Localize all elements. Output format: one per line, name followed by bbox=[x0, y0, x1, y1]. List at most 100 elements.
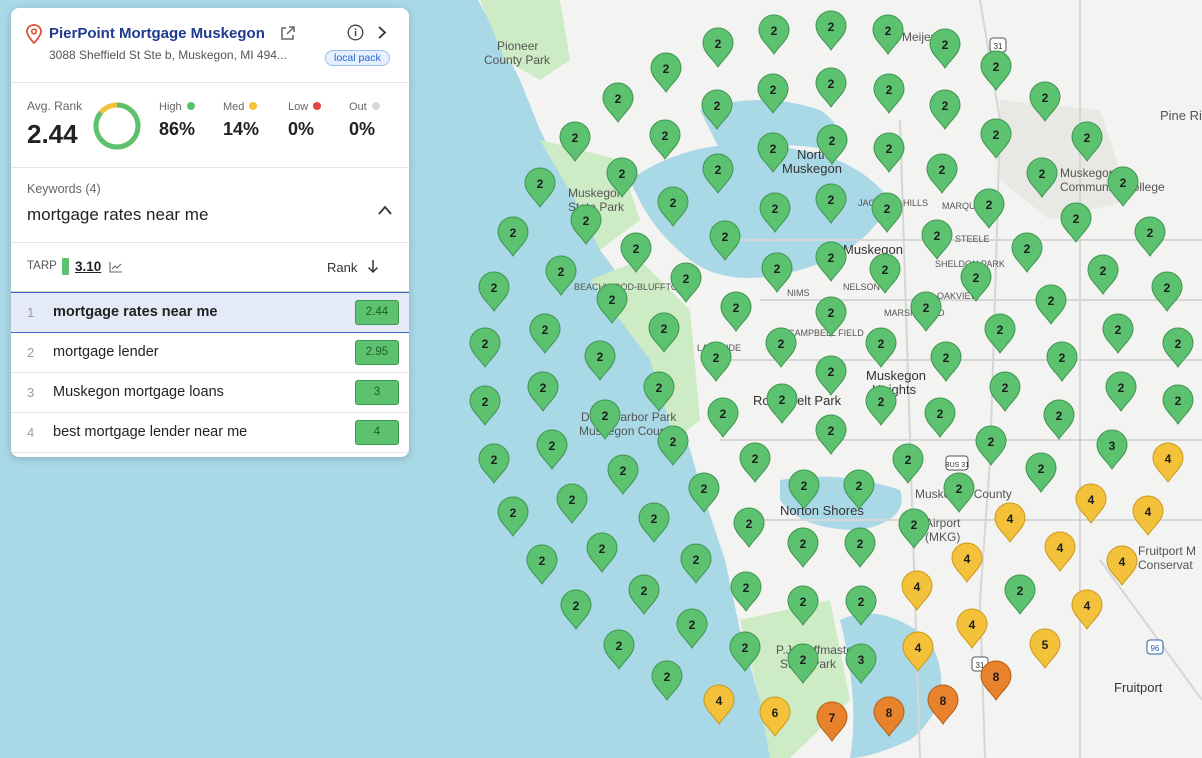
external-link-icon[interactable] bbox=[279, 25, 296, 42]
rank-pin-label: 2 bbox=[633, 242, 640, 256]
rank-pin-label: 2 bbox=[1056, 409, 1063, 423]
rank-pin-label: 2 bbox=[670, 435, 677, 449]
rank-pin-label: 2 bbox=[772, 202, 779, 216]
rank-pin-label: 2 bbox=[884, 202, 891, 216]
rank-pin-label: 4 bbox=[969, 618, 976, 632]
rank-stats: Avg. Rank 2.44 High 86% Med 14% Low 0% O… bbox=[11, 83, 409, 168]
keyword-row[interactable]: 3 Muskegon mortgage loans 3 bbox=[11, 373, 409, 413]
stat-out-value: 0% bbox=[349, 119, 376, 139]
highway-shield: 96 bbox=[1146, 639, 1164, 655]
highway-shield: BUS 31 bbox=[945, 455, 969, 471]
rank-pin-label: 2 bbox=[722, 230, 729, 244]
rank-pin-label: 4 bbox=[914, 580, 921, 594]
rank-pin-label: 2 bbox=[937, 407, 944, 421]
stat-med: Med 14% bbox=[223, 101, 259, 140]
rank-pin-label: 2 bbox=[597, 350, 604, 364]
rank-pin-label: 2 bbox=[670, 196, 677, 210]
rank-pin-label: 2 bbox=[641, 584, 648, 598]
stat-med-label: Med bbox=[223, 101, 245, 113]
rank-pin-label: 2 bbox=[549, 439, 556, 453]
rank-pin-label: 2 bbox=[856, 479, 863, 493]
business-header: PierPoint Mortgage Muskegon 3088 Sheffie… bbox=[11, 8, 409, 83]
map-label: Pine Ri bbox=[1160, 108, 1202, 123]
map-label: NELSON bbox=[843, 282, 880, 292]
rank-pin-label: 2 bbox=[713, 351, 720, 365]
rank-pin-label: 2 bbox=[656, 381, 663, 395]
rank-pin-label: 2 bbox=[542, 323, 549, 337]
rank-pin-label: 2 bbox=[746, 517, 753, 531]
chevron-right-icon[interactable] bbox=[375, 24, 389, 41]
rank-pin-label: 2 bbox=[911, 518, 918, 532]
rank-pin-label: 2 bbox=[689, 618, 696, 632]
rank-pin-label: 2 bbox=[1120, 176, 1127, 190]
map-label: NIMS bbox=[787, 288, 810, 298]
stat-high-label: High bbox=[159, 101, 182, 113]
rank-pin-label: 2 bbox=[923, 301, 930, 315]
rank-pin-label: 2 bbox=[943, 351, 950, 365]
med-dot-icon bbox=[249, 102, 258, 110]
keywords-label: Keywords (4) bbox=[27, 182, 101, 196]
rank-pin-label: 2 bbox=[778, 337, 785, 351]
row-rank-badge: 4 bbox=[355, 420, 399, 445]
rank-pin-label: 4 bbox=[1057, 541, 1064, 555]
rank-pin-label: 4 bbox=[964, 552, 971, 566]
rank-sort-label[interactable]: Rank bbox=[327, 260, 357, 275]
avg-rank-label: Avg. Rank bbox=[27, 99, 83, 113]
tarp-indicator bbox=[62, 258, 69, 275]
rank-pin-label: 2 bbox=[662, 129, 669, 143]
rank-pin-label: 2 bbox=[993, 128, 1000, 142]
rank-pin-label: 2 bbox=[599, 542, 606, 556]
rank-pin-label: 2 bbox=[1017, 584, 1024, 598]
rank-pin-label: 4 bbox=[1119, 555, 1126, 569]
keyword-row[interactable]: 2 mortgage lender 2.95 bbox=[11, 333, 409, 373]
rank-pin-label: 2 bbox=[615, 92, 622, 106]
keyword-row[interactable]: 4 best mortgage lender near me 4 bbox=[11, 413, 409, 453]
business-name[interactable]: PierPoint Mortgage Muskegon bbox=[49, 25, 265, 42]
rank-pin-label: 2 bbox=[537, 177, 544, 191]
rank-pin-label: 2 bbox=[1059, 351, 1066, 365]
rank-pin-label: 2 bbox=[934, 229, 941, 243]
rank-pin-label: 2 bbox=[779, 393, 786, 407]
rank-pin-label: 2 bbox=[1175, 394, 1182, 408]
rank-pin-label: 2 bbox=[1073, 212, 1080, 226]
tarp-row: TARP 3.10 Rank bbox=[11, 243, 409, 292]
rank-pin-label: 2 bbox=[661, 322, 668, 336]
rank-pin-label: 4 bbox=[1084, 599, 1091, 613]
rank-pin-label: 2 bbox=[771, 24, 778, 38]
rank-pin-label: 2 bbox=[1175, 337, 1182, 351]
rank-pin-label: 4 bbox=[716, 694, 723, 708]
selected-keyword[interactable]: mortgage rates near me bbox=[27, 205, 208, 225]
arrow-down-icon[interactable] bbox=[367, 259, 379, 274]
rank-pin-label: 2 bbox=[800, 653, 807, 667]
rank-pin-label: 2 bbox=[715, 37, 722, 51]
rank-pin-label: 2 bbox=[491, 453, 498, 467]
rank-pin-label: 2 bbox=[828, 365, 835, 379]
rank-pin-label: 4 bbox=[1165, 452, 1172, 466]
rank-pin-label: 2 bbox=[986, 198, 993, 212]
rank-pin-label: 2 bbox=[715, 163, 722, 177]
rank-pin-label: 2 bbox=[828, 251, 835, 265]
rank-pin-label: 4 bbox=[915, 641, 922, 655]
map-label: Pioneer bbox=[497, 39, 538, 53]
rank-pin-label: 4 bbox=[1088, 493, 1095, 507]
tarp-value[interactable]: 3.10 bbox=[75, 259, 101, 274]
keyword-row[interactable]: 1 mortgage rates near me 2.44 bbox=[11, 292, 409, 333]
row-number: 2 bbox=[27, 345, 35, 360]
keyword-selector[interactable]: Keywords (4) mortgage rates near me bbox=[11, 168, 409, 243]
rank-pin-label: 2 bbox=[619, 167, 626, 181]
rank-pin-label: 3 bbox=[858, 653, 865, 667]
rank-pin-label: 2 bbox=[572, 131, 579, 145]
trend-chart-icon[interactable] bbox=[109, 261, 123, 273]
chevron-up-icon[interactable] bbox=[377, 204, 393, 216]
row-keyword: mortgage lender bbox=[53, 344, 159, 360]
rank-pin-label: 2 bbox=[886, 142, 893, 156]
rank-pin-label: 2 bbox=[1164, 281, 1171, 295]
map-label: BEACHWOOD-BLUFFTON bbox=[574, 282, 684, 292]
rank-pin-label: 2 bbox=[988, 435, 995, 449]
stat-low-label: Low bbox=[288, 101, 309, 113]
rank-pin-label: 2 bbox=[801, 479, 808, 493]
map-label: STEELE bbox=[955, 234, 990, 244]
row-number: 1 bbox=[27, 305, 35, 320]
info-icon[interactable] bbox=[347, 24, 364, 41]
rank-pin-label: 2 bbox=[1048, 294, 1055, 308]
